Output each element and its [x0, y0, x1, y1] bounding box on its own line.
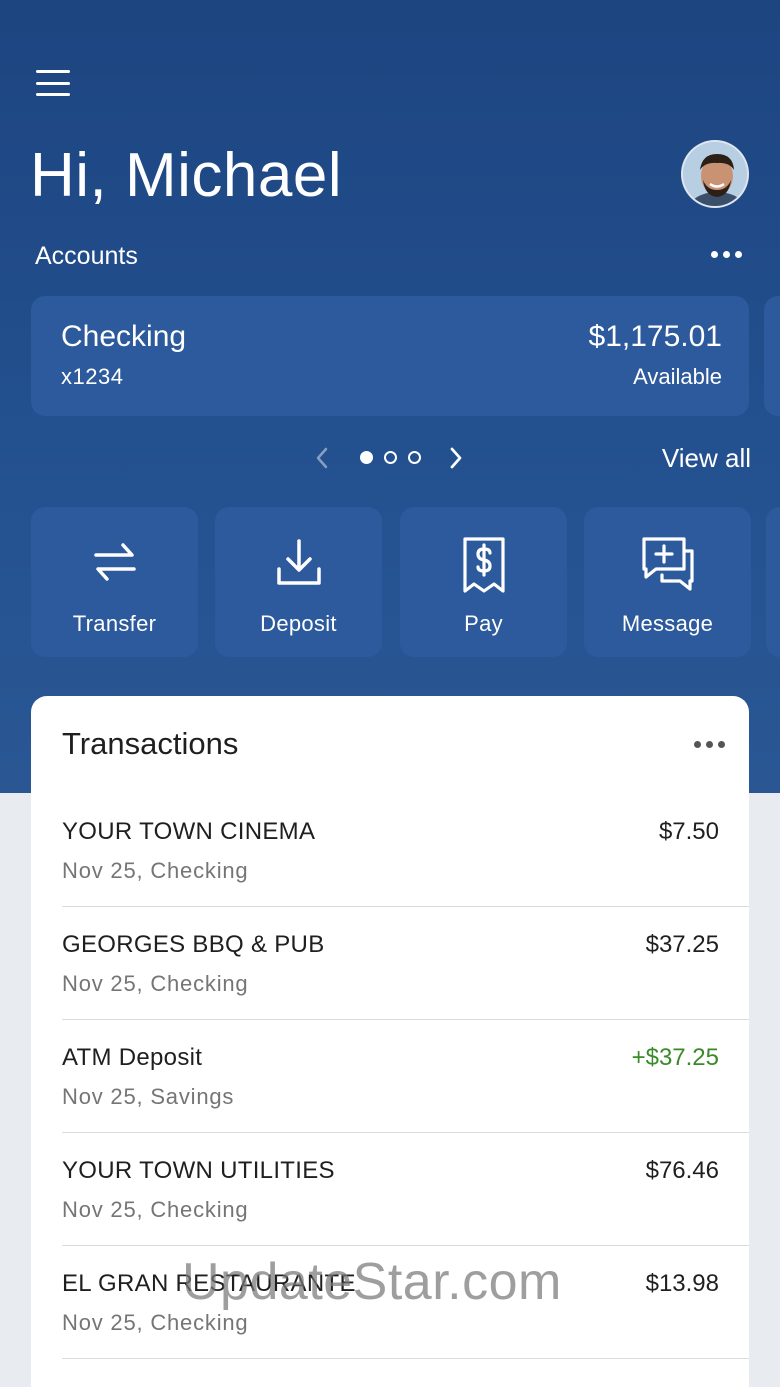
transactions-more-icon[interactable] [694, 741, 725, 748]
transaction-row[interactable]: YOUR TOWN UTILITIES Nov 25, Checking $76… [62, 1133, 749, 1246]
transaction-amount: $13.98 [645, 1270, 719, 1297]
message-label: Message [621, 611, 714, 636]
accounts-more-icon[interactable] [711, 251, 742, 258]
pager-dot[interactable] [360, 451, 373, 464]
transfer-icon [31, 535, 198, 589]
chevron-left-icon[interactable] [313, 446, 331, 475]
pay-button[interactable]: Pay [400, 507, 567, 657]
more-actions-card[interactable] [766, 507, 780, 657]
view-all-link[interactable]: View all [662, 443, 751, 474]
pay-label: Pay [464, 611, 503, 636]
account-number: x1234 [61, 364, 124, 389]
transaction-merchant: YOUR TOWN UTILITIES [62, 1157, 335, 1184]
transaction-meta: Nov 25, Checking [62, 1197, 249, 1222]
account-balance: $1,175.01 [588, 320, 722, 353]
transactions-heading: Transactions [62, 726, 239, 761]
transaction-amount: $37.25 [645, 931, 719, 958]
hamburger-menu-icon[interactable] [36, 70, 70, 96]
avatar[interactable] [681, 140, 749, 208]
deposit-icon [215, 535, 382, 589]
deposit-label: Deposit [260, 611, 337, 636]
transaction-merchant: YOUR TOWN CINEMA [62, 818, 316, 845]
next-account-card[interactable] [764, 296, 780, 416]
chevron-right-icon[interactable] [447, 446, 465, 475]
transfer-button[interactable]: Transfer [31, 507, 198, 657]
transaction-meta: Nov 25, Checking [62, 1310, 249, 1335]
watermark: UpdateStar.com [182, 1253, 562, 1311]
transaction-row[interactable]: YOUR TOWN CINEMA Nov 25, Checking $7.50 [62, 794, 749, 907]
pager-dot[interactable] [384, 451, 397, 464]
transaction-merchant: ATM Deposit [62, 1044, 203, 1071]
transaction-meta: Nov 25, Checking [62, 858, 249, 883]
pay-bill-icon [400, 535, 567, 595]
account-card-checking[interactable]: Checking x1234 $1,175.01 Available [31, 296, 749, 416]
account-pager [360, 451, 421, 464]
message-button[interactable]: Message [584, 507, 751, 657]
message-icon [584, 535, 751, 595]
balance-label: Available [633, 364, 722, 389]
transaction-row[interactable]: ATM Deposit Nov 25, Savings +$37.25 [62, 1020, 749, 1133]
transaction-merchant: GEORGES BBQ & PUB [62, 931, 325, 958]
transaction-amount: $76.46 [645, 1157, 719, 1184]
transaction-row[interactable]: GEORGES BBQ & PUB Nov 25, Checking $37.2… [62, 907, 749, 1020]
transfer-label: Transfer [72, 611, 157, 636]
transaction-meta: Nov 25, Savings [62, 1084, 235, 1109]
transaction-meta: Nov 25, Checking [62, 971, 249, 996]
greeting: Hi, Michael [30, 141, 343, 210]
account-name: Checking [61, 320, 187, 353]
transaction-amount: $7.50 [658, 818, 719, 845]
deposit-button[interactable]: Deposit [215, 507, 382, 657]
pager-dot[interactable] [408, 451, 421, 464]
transaction-amount: +$37.25 [631, 1044, 719, 1071]
accounts-heading: Accounts [35, 242, 138, 270]
